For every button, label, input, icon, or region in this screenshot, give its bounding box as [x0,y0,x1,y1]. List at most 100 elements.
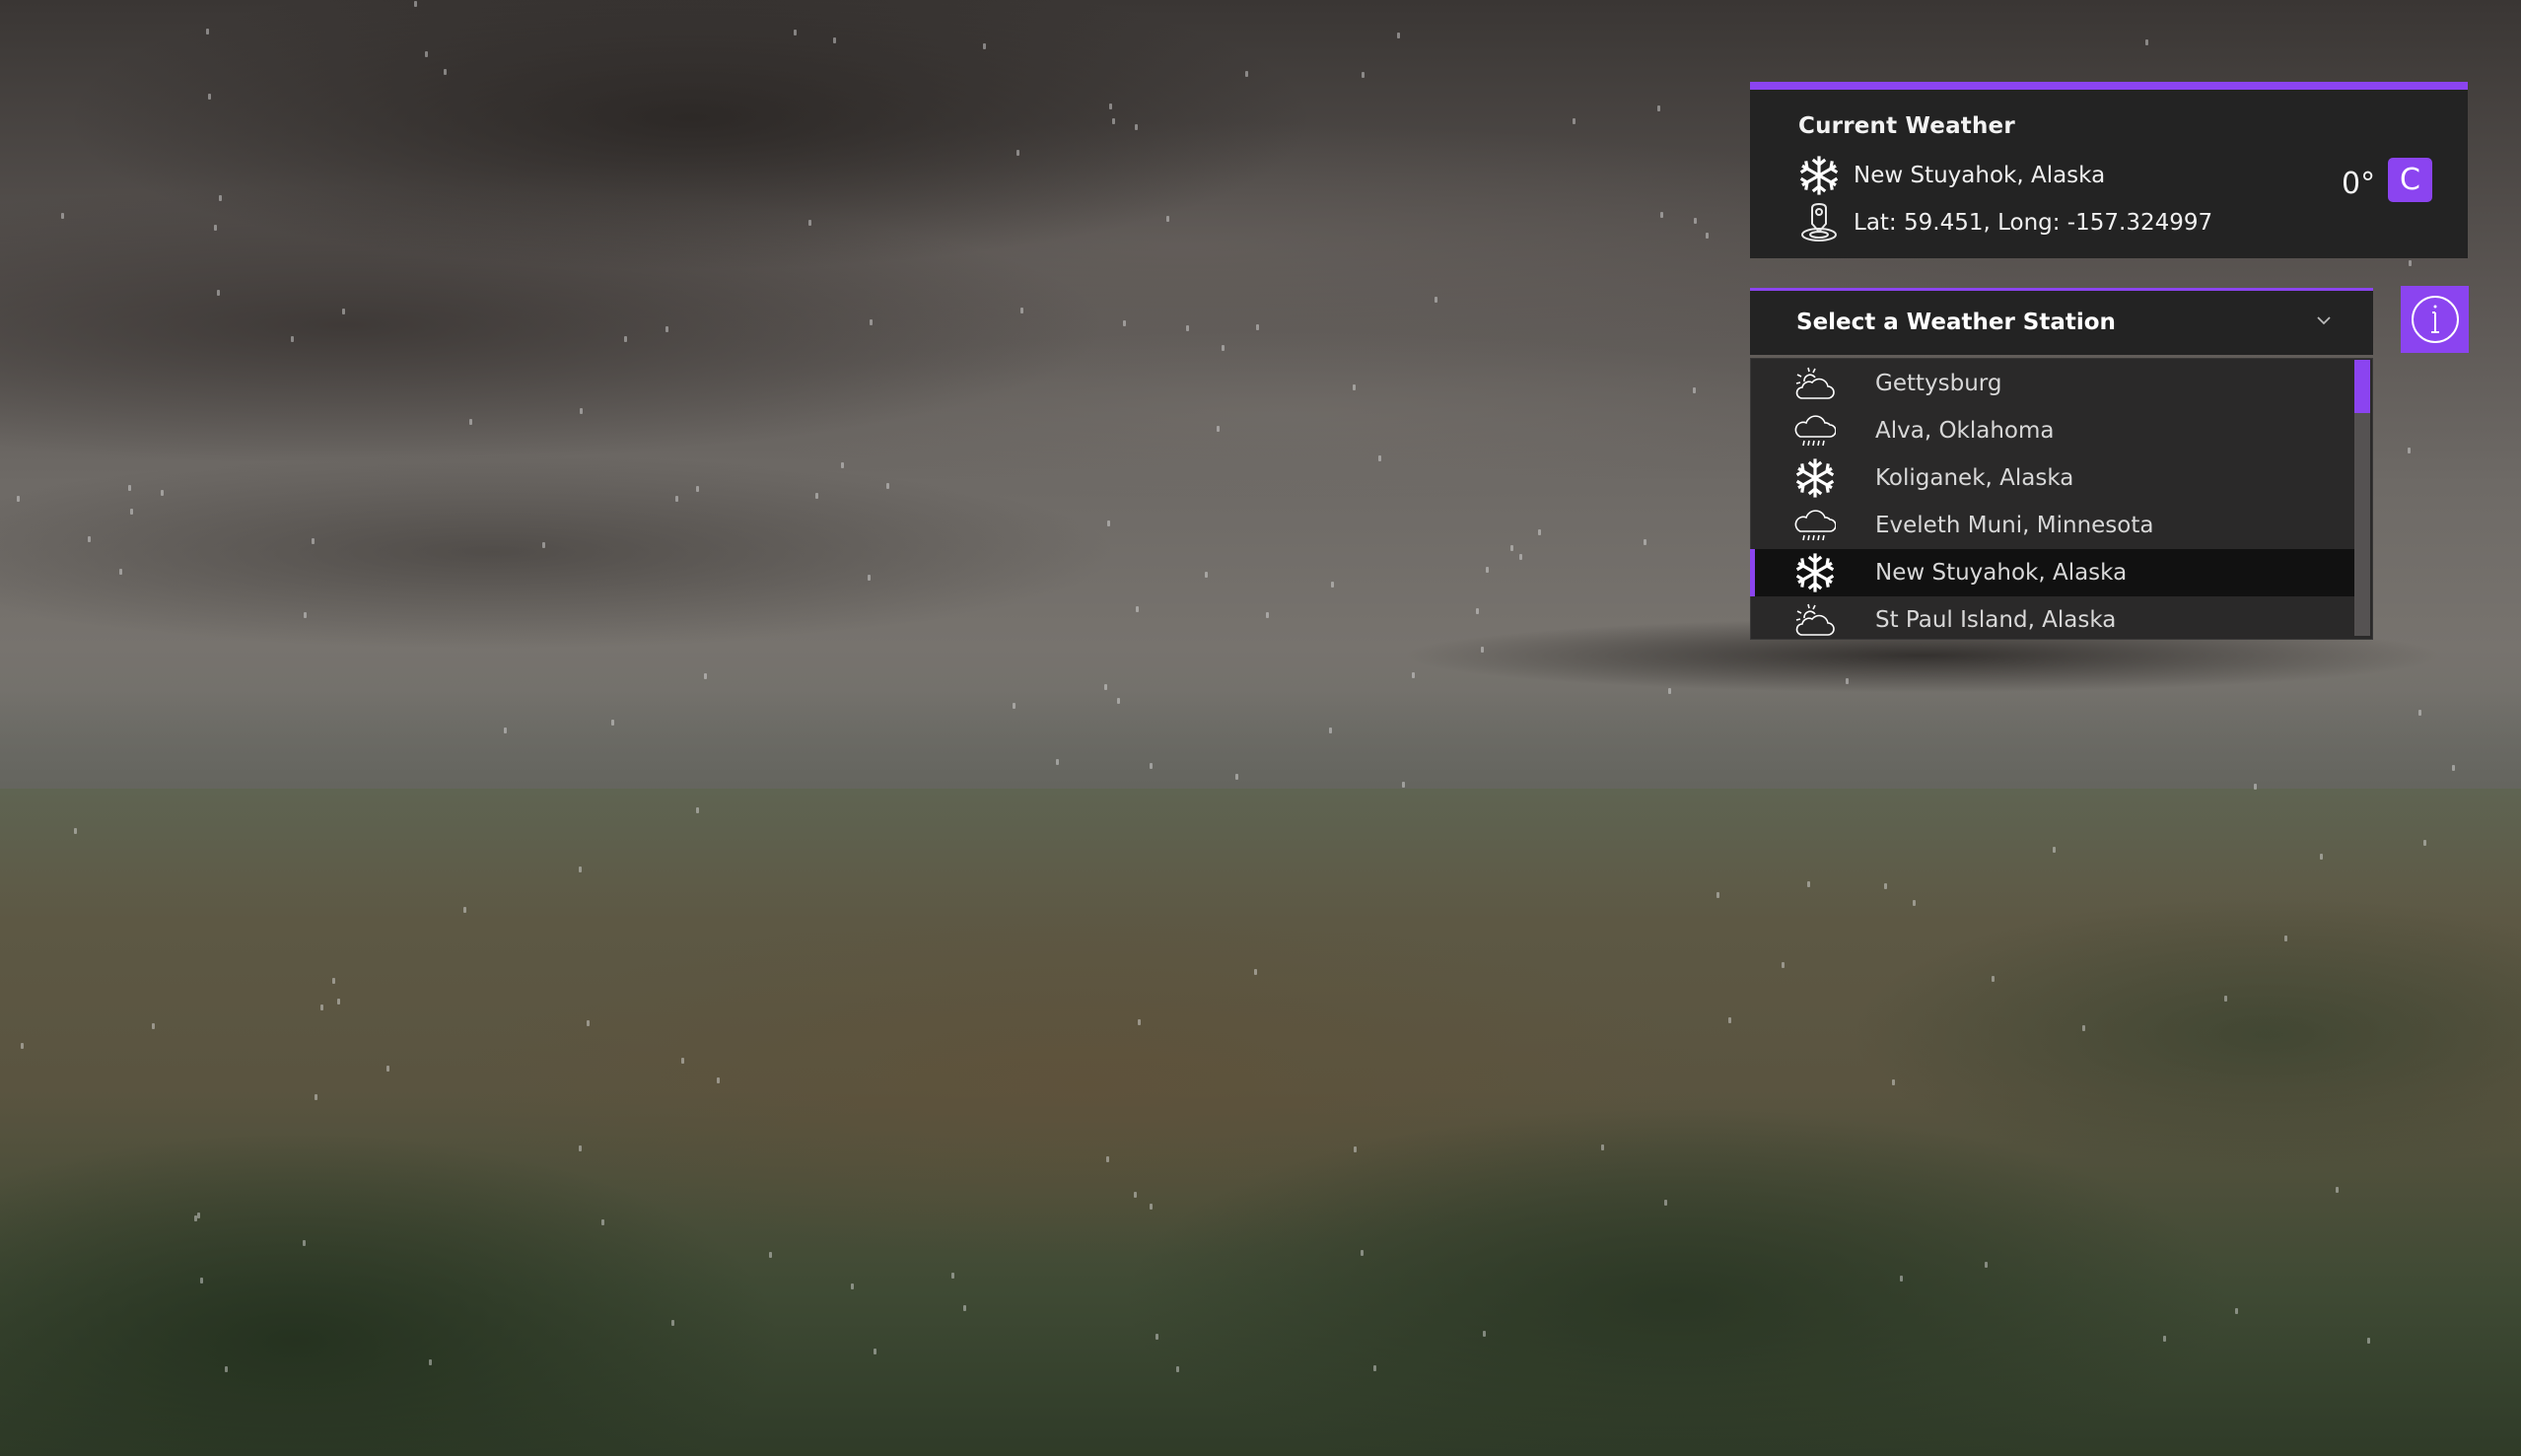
snowflake-particle [1150,763,1153,769]
snowflake-particle [1900,1276,1903,1282]
snowflake-particle [886,483,889,489]
snowflake-particle [951,1273,954,1279]
scrollbar-thumb[interactable] [2354,360,2370,413]
snowflake-particle [1256,324,1259,330]
snowflake-particle [444,69,447,75]
snowflake-particle [1668,688,1671,694]
snowflake-icon [1794,457,1836,499]
snowflake-particle [1107,520,1110,526]
terrain [0,789,2521,1456]
snowflake-particle [2053,847,2056,853]
snowflake-particle [1134,1192,1137,1198]
snowflake-particle [1716,892,1719,898]
snowflake-particle [119,569,122,575]
partly-cloudy-icon [1794,363,1836,404]
snowflake-particle [1016,150,1019,156]
snowflake-particle [1112,118,1115,124]
station-list-scrollbar[interactable] [2354,360,2370,636]
snowflake-particle [1266,612,1269,618]
snowflake-particle [1782,962,1785,968]
snowflake-particle [717,1077,720,1083]
snowflake-particle [1538,529,1541,535]
snowflake-particle [580,408,583,414]
snowflake-particle [983,43,986,49]
snowflake-particle [414,1,417,7]
snowflake-particle [542,542,545,548]
snowflake-particle [1254,969,1257,975]
snowflake-particle [2408,448,2411,453]
snowflake-particle [704,673,707,679]
snowflake-particle [1397,33,1400,38]
snowflake-particle [671,1320,674,1326]
station-list-item[interactable]: Alva, Oklahoma [1750,407,2354,454]
snowflake-particle [1693,387,1696,393]
snowflake-particle [2284,936,2287,941]
snowflake-particle [130,509,133,515]
snowflake-particle [1706,233,1709,239]
snowflake-particle [1892,1079,1895,1085]
station-name: St Paul Island, Alaska [1875,607,2117,633]
snowflake-particle [128,485,131,491]
coordinates-text: Lat: 59.451, Long: -157.324997 [1854,210,2213,236]
snowflake-particle [21,1043,24,1049]
snowflake-particle [197,1213,200,1218]
snowflake-particle [1362,72,1365,78]
snowflake-particle [342,309,345,314]
snowflake-particle [332,978,335,984]
snowflake-particle [161,490,164,496]
snowflake-particle [665,326,668,332]
station-list-item[interactable]: Eveleth Muni, Minnesota [1750,502,2354,549]
snowflake-particle [1020,308,1023,313]
snowflake-particle [1510,545,1513,551]
snowflake-particle [870,319,873,325]
snowflake-particle [1104,684,1107,690]
snowflake-particle [2367,1338,2370,1344]
snowflake-particle [1483,1331,1486,1337]
snowflake-particle [1728,1017,1731,1023]
station-name: Gettysburg [1875,371,2002,396]
snowflake-particle [868,575,871,581]
snowflake-particle [1573,118,1576,124]
snowflake-particle [1435,297,1437,303]
snowflake-particle [1150,1204,1153,1210]
info-button[interactable] [2401,286,2469,353]
temperature-value: 0° [2342,167,2376,201]
snowflake-particle [2418,710,2421,716]
snowflake-particle [1235,774,1238,780]
snowflake-particle [2254,784,2257,790]
snowflake-particle [815,493,818,499]
snowflake-particle [1186,325,1189,331]
snowflake-particle [1361,1250,1364,1256]
weather-station-list: St Paul Island, Alaska New Stuyahok, Alas… [1750,358,2373,640]
station-name: Koliganek, Alaska [1875,465,2074,491]
station-list-item[interactable]: Koliganek, Alaska [1750,454,2354,502]
station-list-item[interactable]: Gettysburg [1750,360,2354,407]
snowflake-particle [874,1349,876,1354]
snowflake-particle [1486,567,1489,573]
station-list-item[interactable]: St Paul Island, Alaska [1750,596,2354,640]
snowflake-particle [2145,39,2148,45]
map-pin-icon [1798,202,1840,243]
snowflake-particle [808,220,811,226]
snowflake-particle [200,1278,203,1283]
snowflake-particle [217,290,220,296]
snowflake-particle [1644,539,1646,545]
snowflake-particle [1378,455,1381,461]
current-weather-title: Current Weather [1798,113,2015,139]
weather-station-dropdown[interactable]: Select a Weather Station [1750,288,2373,355]
snowflake-icon [1794,552,1836,593]
snowflake-particle [611,720,614,726]
snowflake-particle [225,1366,228,1372]
snowflake-particle [2336,1187,2339,1193]
snowflake-particle [579,867,582,872]
snowflake-particle [1519,554,1522,560]
current-location-row: New Stuyahok, Alaska [1798,155,2105,196]
snowflake-particle [675,496,678,502]
snowflake-icon [1798,155,1840,196]
snowflake-particle [1353,384,1356,390]
snowflake-particle [696,486,699,492]
temperature-unit-toggle[interactable]: C [2388,158,2432,202]
snowflake-particle [304,612,307,618]
station-list-item[interactable]: New Stuyahok, Alaska [1750,549,2354,596]
snowflake-particle [88,536,91,542]
